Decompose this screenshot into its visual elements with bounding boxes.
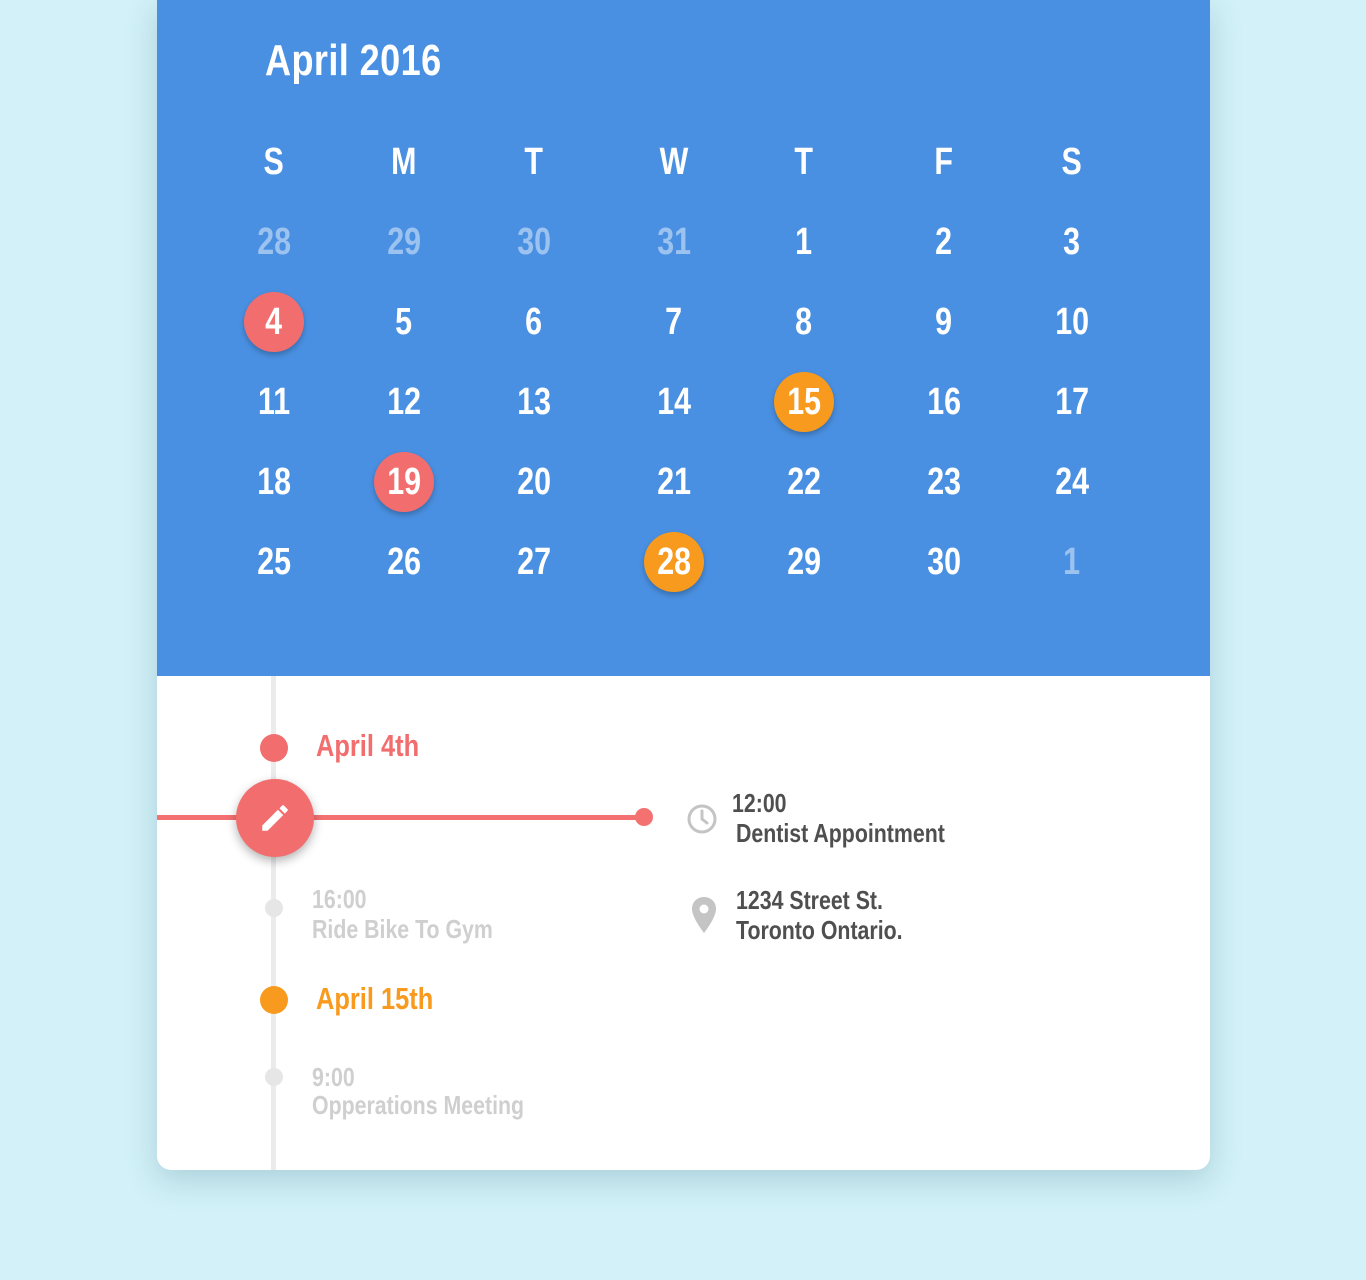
calendar-header: April 2016 SMTWTFS 28 29 30 31 1 2 3 4 5 6 7 8 9 10 11… [157,0,1210,676]
calendar-day[interactable]: 1 [764,212,844,272]
active-event-name: Dentist Appointment [736,818,945,848]
calendar-day[interactable]: 7 [634,292,714,352]
calendar-day[interactable]: 5 [364,292,444,352]
event-name[interactable]: Opperations Meeting [312,1090,524,1121]
calendar-card: April 2016 SMTWTFS 28 29 30 31 1 2 3 4 5 6 7 8 9 10 11… [157,0,1210,1170]
calendar-day[interactable]: 9 [904,292,984,352]
calendar-day-event[interactable]: 19 [364,452,444,512]
calendar-day[interactable]: 1 [1032,532,1112,592]
calendar-day[interactable]: 27 [494,532,574,592]
timeline-event-dot [265,899,283,917]
event-name[interactable]: Ride Bike To Gym [312,914,493,945]
calendar-day[interactable]: 11 [234,372,314,432]
calendar-day[interactable]: 14 [634,372,714,432]
calendar-day[interactable]: 25 [234,532,314,592]
calendar-day-event[interactable]: 15 [764,372,844,432]
calendar-day[interactable]: 31 [634,212,714,272]
active-event-address-line1: 1234 Street St. [736,885,883,915]
weekday-label: W [659,140,689,183]
calendar-day[interactable]: 24 [1032,452,1112,512]
calendar-day[interactable]: 17 [1032,372,1112,432]
active-event-line-end [635,808,653,826]
weekday-label: S [263,140,285,183]
calendar-day[interactable]: 29 [364,212,444,272]
pencil-icon [262,805,288,831]
active-event-time: 12:00 [732,788,787,818]
calendar-day[interactable]: 13 [494,372,574,432]
calendar-day[interactable]: 28 [234,212,314,272]
calendar-day[interactable]: 10 [1032,292,1112,352]
clock-icon [687,804,717,834]
event-time: 9:00 [312,1062,355,1092]
timeline-event-dot [265,1068,283,1086]
weekday-label: S [1061,140,1083,183]
calendar-day-event[interactable]: 4 [234,292,314,352]
month-title: April 2016 [265,36,442,85]
calendar-day[interactable]: 23 [904,452,984,512]
calendar-day[interactable]: 22 [764,452,844,512]
calendar-day[interactable]: 30 [904,532,984,592]
calendar-day[interactable]: 26 [364,532,444,592]
calendar-day[interactable]: 21 [634,452,714,512]
map-pin-icon [692,897,716,933]
calendar-day[interactable]: 3 [1032,212,1112,272]
weekday-label: F [934,140,954,183]
calendar-day[interactable]: 2 [904,212,984,272]
timeline-date-dot [260,986,288,1014]
active-event-line [157,815,645,820]
calendar-day[interactable]: 18 [234,452,314,512]
calendar-day-event[interactable]: 28 [634,532,714,592]
calendar-day[interactable]: 8 [764,292,844,352]
event-time: 16:00 [312,884,367,914]
weekday-label: T [524,140,544,183]
active-event-address-line2: Toronto Ontario. [736,915,903,945]
calendar-day[interactable]: 12 [364,372,444,432]
calendar-day[interactable]: 29 [764,532,844,592]
timeline-date-dot [260,734,288,762]
weekday-label: M [391,140,417,183]
agenda-date-label[interactable]: April 15th [316,981,433,1017]
calendar-day[interactable]: 6 [494,292,574,352]
agenda-date-label[interactable]: April 4th [316,728,419,764]
calendar-day[interactable]: 30 [494,212,574,272]
weekday-label: T [794,140,814,183]
calendar-day[interactable]: 16 [904,372,984,432]
calendar-day[interactable]: 20 [494,452,574,512]
edit-button[interactable] [236,779,314,857]
